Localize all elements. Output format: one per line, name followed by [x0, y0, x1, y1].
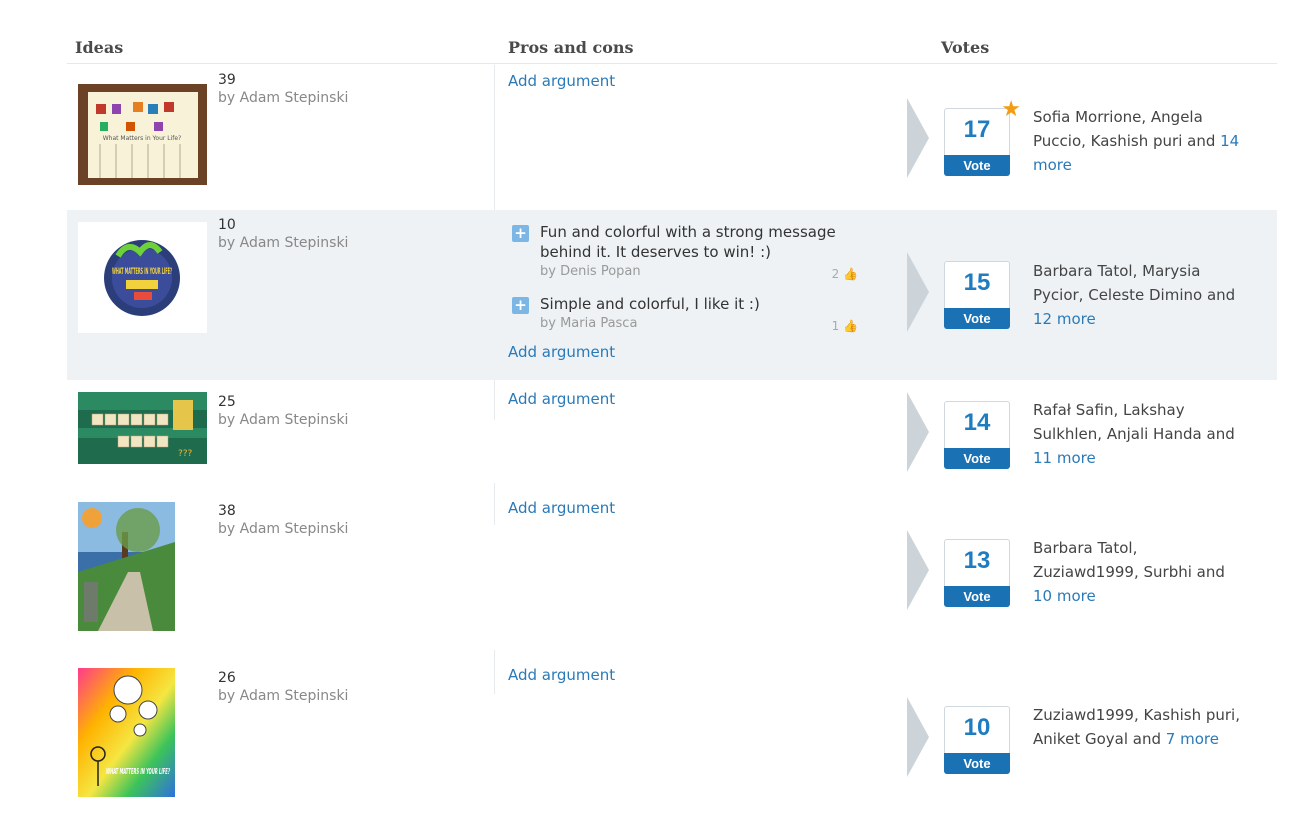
more-voters-link[interactable]: 11 more	[1033, 449, 1096, 467]
idea-thumbnail[interactable]	[78, 502, 175, 631]
column-header-pros-cons: Pros and cons	[508, 38, 634, 57]
vote-area: 15 Vote Barbara Tatol, Marysia Pycior, C…	[907, 210, 1277, 380]
thumbs-up-icon: 👍	[843, 319, 858, 333]
pro-plus-icon: +	[512, 297, 529, 314]
chevron-right-icon	[907, 392, 929, 472]
voters-names: Barbara Tatol, Marysia Pycior, Celeste D…	[1033, 262, 1236, 304]
vote-box: 14 Vote	[944, 401, 1010, 469]
voters-names: Sofia Morrione, Angela Puccio, Kashish p…	[1033, 108, 1216, 150]
idea-author: by Adam Stepinski	[218, 521, 349, 537]
idea-number: 39	[218, 72, 236, 88]
argument-likes[interactable]: 1 👍	[832, 319, 858, 333]
voters-names: Rafał Safin, Lakshay Sulkhlen, Anjali Ha…	[1033, 401, 1235, 443]
vote-count: 17	[963, 116, 991, 143]
arguments-column: Add argument	[494, 65, 874, 210]
idea-row: WHAT MATTERS IN YOUR LIFE? 10 by Adam St…	[67, 210, 1277, 380]
vote-button[interactable]: Vote	[944, 753, 1010, 774]
column-header-ideas: Ideas	[75, 38, 124, 57]
vote-area: ★ 17 Vote Sofia Morrione, Angela Puccio,…	[907, 65, 1277, 210]
idea-row: 38 by Adam Stepinski Add argument 13 Vot…	[67, 483, 1277, 650]
idea-meta: 26 by Adam Stepinski	[218, 669, 348, 705]
argument-text: Fun and colorful with a strong message b…	[540, 223, 836, 261]
vote-area: 10 Vote Zuziawd1999, Kashish puri, Anike…	[907, 650, 1277, 814]
chevron-right-icon	[907, 530, 929, 610]
idea-row: WHAT MATTERS IN YOUR LIFE? 26 by Adam St…	[67, 650, 1277, 814]
idea-thumbnail[interactable]: WHAT MATTERS IN YOUR LIFE?	[78, 668, 175, 797]
vote-box: 10 Vote	[944, 706, 1010, 774]
like-count: 1	[831, 319, 840, 333]
voters-list: Zuziawd1999, Kashish puri, Aniket Goyal …	[1033, 703, 1243, 751]
arguments-column: Add argument	[494, 650, 874, 694]
idea-thumbnail[interactable]: ???	[78, 392, 207, 464]
idea-number: 10	[218, 217, 236, 233]
thumbnail-caption: WHAT MATTERS IN YOUR LIFE?	[112, 267, 172, 277]
argument-author: by Denis Popan	[540, 264, 641, 279]
arguments-column: Add argument	[494, 483, 874, 525]
argument-item: + Simple and colorful, I like it :) by M…	[508, 294, 874, 334]
more-voters-link[interactable]: 12 more	[1033, 310, 1096, 328]
thumbnail-caption: WHAT MATTERS IN YOUR LIFE?	[106, 767, 170, 776]
more-voters-link[interactable]: 7 more	[1166, 730, 1219, 748]
idea-number: 38	[218, 503, 236, 519]
vote-button[interactable]: Vote	[944, 155, 1010, 176]
arguments-column: + Fun and colorful with a strong message…	[494, 210, 874, 380]
idea-meta: 10 by Adam Stepinski	[218, 216, 348, 252]
like-count: 2	[831, 267, 840, 281]
argument-item: + Fun and colorful with a strong message…	[508, 222, 874, 282]
voters-list: Rafał Safin, Lakshay Sulkhlen, Anjali Ha…	[1033, 398, 1243, 470]
idea-number: 25	[218, 394, 236, 410]
more-voters-link[interactable]: 10 more	[1033, 587, 1096, 605]
column-header-votes: Votes	[941, 38, 990, 57]
idea-row: What Matters in Your Life? 39 by Adam St…	[67, 65, 1277, 210]
idea-meta: 39 by Adam Stepinski	[218, 71, 348, 107]
idea-thumbnail[interactable]: WHAT MATTERS IN YOUR LIFE?	[78, 222, 207, 333]
idea-meta: 25 by Adam Stepinski	[218, 393, 348, 429]
add-argument-link[interactable]: Add argument	[508, 342, 874, 362]
chevron-right-icon	[907, 252, 929, 332]
idea-author: by Adam Stepinski	[218, 688, 349, 704]
vote-count: 10	[963, 714, 991, 741]
vote-box: 13 Vote	[944, 539, 1010, 607]
vote-area: 13 Vote Barbara Tatol, Zuziawd1999, Surb…	[907, 483, 1277, 650]
vote-area: 14 Vote Rafał Safin, Lakshay Sulkhlen, A…	[907, 380, 1277, 483]
idea-author: by Adam Stepinski	[218, 235, 349, 251]
vote-count: 14	[963, 409, 991, 436]
vote-count: 15	[963, 269, 991, 296]
voters-list: Barbara Tatol, Zuziawd1999, Surbhi and 1…	[1033, 536, 1243, 608]
idea-author: by Adam Stepinski	[218, 412, 349, 428]
voters-list: Barbara Tatol, Marysia Pycior, Celeste D…	[1033, 259, 1243, 331]
vote-count: 13	[963, 547, 991, 574]
idea-thumbnail[interactable]: What Matters in Your Life?	[78, 84, 207, 185]
argument-likes[interactable]: 2 👍	[832, 267, 858, 281]
idea-author: by Adam Stepinski	[218, 90, 349, 106]
argument-author: by Maria Pasca	[540, 316, 638, 331]
vote-box: 15 Vote	[944, 261, 1010, 329]
chevron-right-icon	[907, 98, 929, 178]
vote-button[interactable]: Vote	[944, 586, 1010, 607]
vote-button[interactable]: Vote	[944, 448, 1010, 469]
arguments-column: Add argument	[494, 380, 874, 420]
idea-number: 26	[218, 670, 236, 686]
vote-box: ★ 17 Vote	[944, 99, 1021, 176]
idea-meta: 38 by Adam Stepinski	[218, 502, 348, 538]
idea-row: ??? 25 by Adam Stepinski Add argument 14…	[67, 380, 1277, 483]
add-argument-link[interactable]: Add argument	[508, 498, 874, 518]
chevron-right-icon	[907, 697, 929, 777]
argument-text: Simple and colorful, I like it :)	[540, 295, 760, 313]
voters-list: Sofia Morrione, Angela Puccio, Kashish p…	[1033, 105, 1243, 177]
voters-names: Barbara Tatol, Zuziawd1999, Surbhi and	[1033, 539, 1225, 581]
vote-button[interactable]: Vote	[944, 308, 1010, 329]
add-argument-link[interactable]: Add argument	[508, 71, 874, 91]
add-argument-link[interactable]: Add argument	[508, 665, 874, 685]
svg-text:???: ???	[178, 449, 193, 459]
add-argument-link[interactable]: Add argument	[508, 389, 874, 409]
pro-plus-icon: +	[512, 225, 529, 242]
thumbs-up-icon: 👍	[843, 267, 858, 281]
thumbnail-caption: What Matters in Your Life?	[103, 135, 182, 142]
table-header: Ideas Pros and cons Votes	[67, 0, 1277, 64]
